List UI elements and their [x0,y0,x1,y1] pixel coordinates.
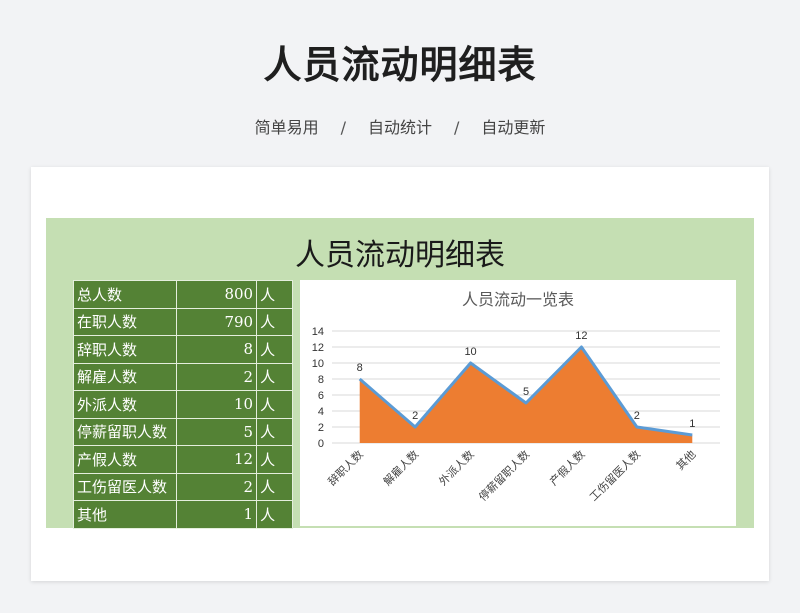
stat-label: 辞职人数 [72,335,178,364]
stat-label: 其他 [72,500,178,529]
stat-unit: 人 [256,280,293,309]
x-tick-label: 解雇人数 [380,447,421,488]
tag-easy: 简单易用 [254,118,319,137]
stat-label: 解雇人数 [72,362,178,391]
x-tick-label: 工伤留医人数 [587,448,643,504]
x-tick-label: 辞职人数 [325,447,366,488]
stat-unit: 人 [256,500,293,529]
stat-unit: 人 [256,362,293,391]
stat-value: 10 [176,390,258,419]
x-tick-label: 其他 [674,448,699,473]
stat-label: 外派人数 [72,390,178,419]
data-label: 1 [689,418,695,430]
data-label: 2 [412,410,418,422]
stat-value: 1 [176,500,258,529]
stat-label: 工伤留医人数 [72,472,178,501]
table-row: 在职人数 790 人 [72,307,293,336]
stat-label: 停薪留职人数 [72,417,178,446]
stat-unit: 人 [256,445,293,474]
x-tick-label: 停薪留职人数 [476,447,533,504]
sheet-title: 人员流动明细表 [295,238,505,273]
stat-value: 790 [176,307,258,336]
table-row: 其他 1 人 [72,500,293,529]
tag-auto-stat: 自动统计 [367,118,432,137]
stat-value: 2 [176,472,258,501]
tag-separator: / [454,118,460,137]
tagline: 简单易用 / 自动统计 / 自动更新 [0,114,800,138]
stats-table: 总人数 800 人在职人数 790 人辞职人数 8 人解雇人数 2 人外派人数 10 人停薪留职人数… [72,280,293,529]
y-tick-label: 0 [318,438,324,450]
data-label: 8 [357,362,363,374]
stat-unit: 人 [256,335,293,364]
stat-label: 在职人数 [72,307,178,336]
y-tick-label: 6 [318,390,324,402]
stat-value: 2 [176,362,258,391]
table-row: 停薪留职人数 5 人 [72,417,293,446]
x-tick-label: 产假人数 [547,447,588,488]
x-tick-label: 外派人数 [436,448,476,488]
table-row: 辞职人数 8 人 [72,335,293,364]
stat-unit: 人 [256,307,293,336]
chart-panel: 人员流动一览表 0 2 4 6 8 10 12 14 8 2 10 5 12 2 1 辞职人数 解雇人数 外派人数停… [300,280,736,526]
table-row: 总人数 800 人 [72,280,293,309]
stat-value: 800 [176,280,258,309]
stat-value: 12 [176,445,258,474]
y-tick-label: 10 [312,358,324,370]
data-label: 12 [575,330,587,342]
y-tick-label: 12 [312,342,324,354]
stat-unit: 人 [256,472,293,501]
table-row: 外派人数 10 人 [72,390,293,419]
stat-value: 8 [176,335,258,364]
y-tick-label: 2 [318,422,324,434]
tag-separator: / [340,118,346,137]
stat-label: 产假人数 [72,445,178,474]
stat-unit: 人 [256,390,293,419]
chart-title: 人员流动一览表 [462,290,574,309]
stat-value: 5 [176,417,258,446]
tag-auto-update: 自动更新 [481,118,546,137]
data-label: 10 [464,346,476,358]
y-tick-label: 8 [318,374,324,386]
table-row: 工伤留医人数 2 人 [72,472,293,501]
stat-label: 总人数 [72,280,178,309]
y-tick-label: 4 [318,406,324,418]
data-label: 5 [523,386,529,398]
stat-unit: 人 [256,417,293,446]
area-chart: 人员流动一览表 0 2 4 6 8 10 12 14 8 2 10 5 12 2 1 辞职人数 解雇人数 外派人数停… [312,290,720,504]
table-row: 产假人数 12 人 [72,445,293,474]
table-row: 解雇人数 2 人 [72,362,293,391]
data-label: 2 [634,410,640,422]
page-title: 人员流动明细表 [263,43,537,87]
y-tick-label: 14 [312,326,324,338]
